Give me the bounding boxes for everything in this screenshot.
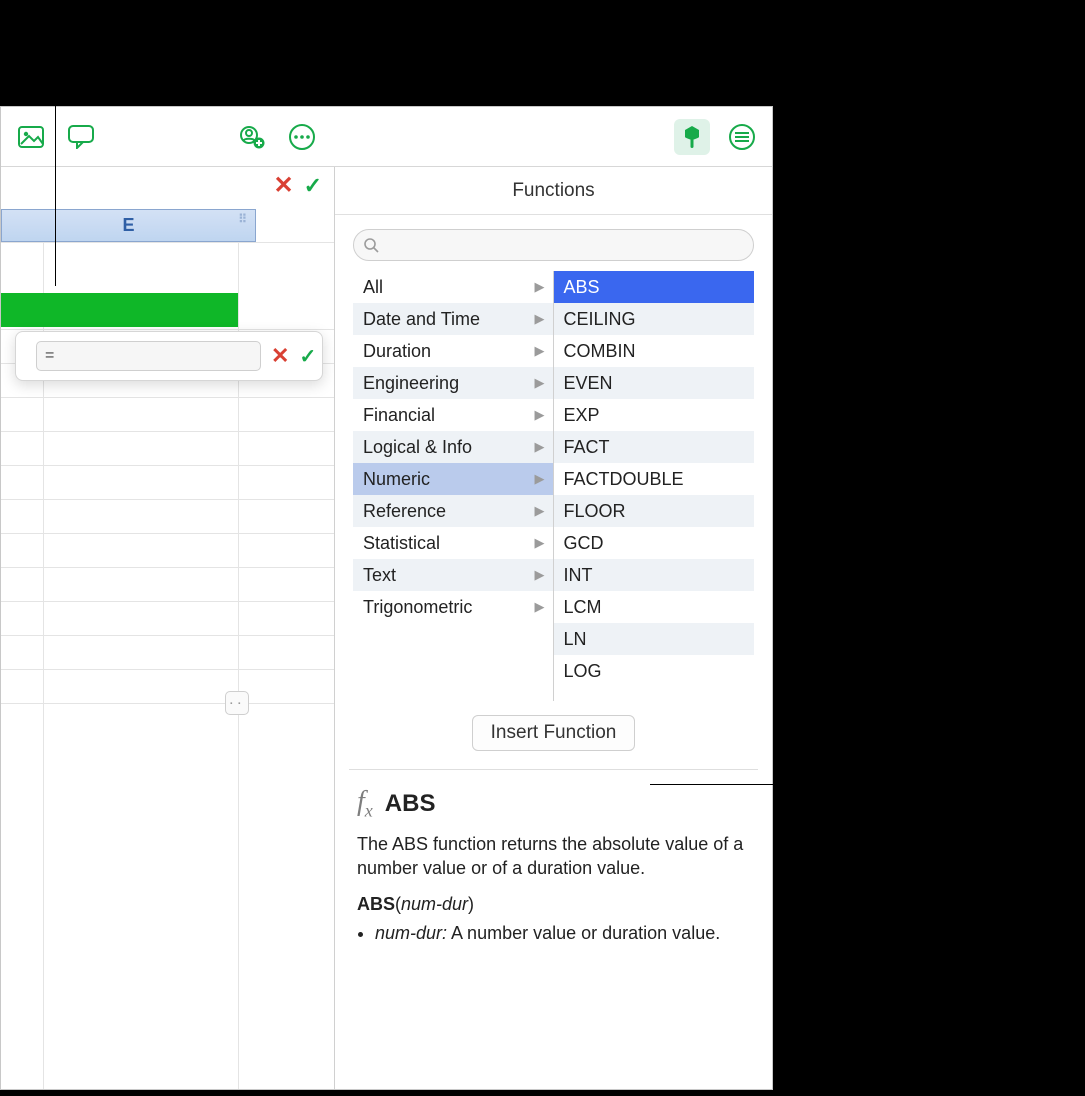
- detail-name: ABS: [385, 790, 436, 818]
- cancel-icon[interactable]: ✕: [273, 171, 293, 200]
- share-icon[interactable]: [234, 119, 270, 155]
- selected-row-fill: [1, 293, 238, 327]
- toolbar: [1, 107, 772, 167]
- function-item[interactable]: LCM: [554, 591, 755, 623]
- panels-icon[interactable]: [724, 119, 760, 155]
- function-item[interactable]: FACTDOUBLE: [554, 463, 755, 495]
- formula-bar-controls: ✕ ✓: [273, 171, 322, 200]
- panel-title: Functions: [335, 167, 772, 215]
- detail-summary: The ABS function returns the absolute va…: [357, 832, 750, 881]
- detail-arg: num-dur: A number value or duration valu…: [375, 921, 750, 945]
- accept-icon[interactable]: ✓: [304, 173, 322, 199]
- media-icon[interactable]: [13, 119, 49, 155]
- function-item[interactable]: LN: [554, 623, 755, 655]
- function-browser: All▶Date and Time▶Duration▶Engineering▶F…: [353, 271, 754, 701]
- chevron-right-icon: ▶: [535, 407, 545, 423]
- chevron-right-icon: ▶: [535, 567, 545, 583]
- function-item[interactable]: FLOOR: [554, 495, 755, 527]
- format-icon[interactable]: [674, 119, 710, 155]
- resize-handle-icon[interactable]: ⠂⠂: [225, 691, 249, 715]
- chevron-right-icon: ▶: [535, 535, 545, 551]
- search-icon: [364, 238, 379, 253]
- functions-panel: Functions All▶Date and Time▶Duration▶Eng…: [335, 167, 772, 1089]
- function-item[interactable]: ABS: [554, 271, 755, 303]
- category-item[interactable]: All▶: [353, 271, 553, 303]
- chevron-right-icon: ▶: [535, 375, 545, 391]
- function-item[interactable]: COMBIN: [554, 335, 755, 367]
- formula-cancel-icon[interactable]: ✕: [271, 343, 289, 369]
- category-item[interactable]: Duration▶: [353, 335, 553, 367]
- category-item[interactable]: Statistical▶: [353, 527, 553, 559]
- function-item[interactable]: CEILING: [554, 303, 755, 335]
- drag-grip-icon[interactable]: ⠿: [238, 217, 249, 222]
- category-list[interactable]: All▶Date and Time▶Duration▶Engineering▶F…: [353, 271, 554, 701]
- search-field[interactable]: [353, 229, 754, 261]
- function-item[interactable]: INT: [554, 559, 755, 591]
- category-item[interactable]: Text▶: [353, 559, 553, 591]
- category-item[interactable]: Reference▶: [353, 495, 553, 527]
- function-item[interactable]: EXP: [554, 399, 755, 431]
- function-item[interactable]: GCD: [554, 527, 755, 559]
- chevron-right-icon: ▶: [535, 503, 545, 519]
- function-item[interactable]: EVEN: [554, 367, 755, 399]
- function-item[interactable]: LOG: [554, 655, 755, 687]
- category-item[interactable]: Engineering▶: [353, 367, 553, 399]
- category-item[interactable]: Financial▶: [353, 399, 553, 431]
- column-label: E: [122, 215, 134, 236]
- detail-signature: ABS(num-dur): [357, 894, 750, 915]
- chevron-right-icon: ▶: [535, 311, 545, 327]
- category-item[interactable]: Numeric▶: [353, 463, 553, 495]
- chevron-right-icon: ▶: [535, 279, 545, 295]
- category-item[interactable]: Logical & Info▶: [353, 431, 553, 463]
- formula-accept-icon[interactable]: ✓: [299, 344, 316, 369]
- search-input[interactable]: [385, 235, 743, 255]
- formula-input[interactable]: [36, 341, 261, 371]
- chevron-right-icon: ▶: [535, 343, 545, 359]
- fx-icon: fx: [357, 786, 373, 822]
- function-description: fx ABS The ABS function returns the abso…: [335, 770, 772, 945]
- category-item[interactable]: Date and Time▶: [353, 303, 553, 335]
- category-item[interactable]: Trigonometric▶: [353, 591, 553, 623]
- function-item[interactable]: FACT: [554, 431, 755, 463]
- chevron-right-icon: ▶: [535, 599, 545, 615]
- column-header[interactable]: E ⠿: [1, 209, 256, 242]
- comment-icon[interactable]: [63, 119, 99, 155]
- function-list[interactable]: ABSCEILINGCOMBINEVENEXPFACTFACTDOUBLEFLO…: [554, 271, 755, 701]
- more-icon[interactable]: [284, 119, 320, 155]
- formula-editor: ✕ ✓: [15, 331, 323, 381]
- sheet-area: ✕ ✓ E ⠿: [1, 167, 335, 1089]
- insert-function-button[interactable]: Insert Function: [472, 715, 636, 751]
- chevron-right-icon: ▶: [535, 439, 545, 455]
- chevron-right-icon: ▶: [535, 471, 545, 487]
